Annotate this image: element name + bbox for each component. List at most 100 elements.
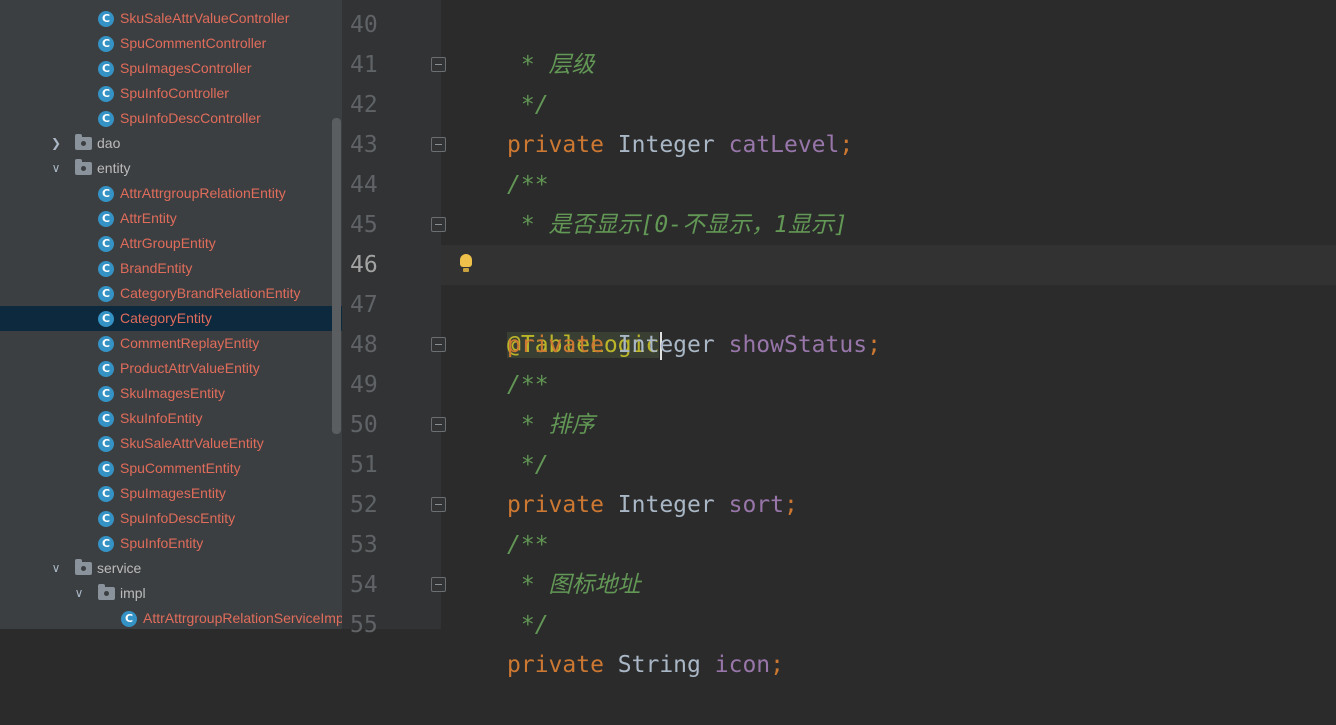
tree-item-entity[interactable]: C SpuInfoEntity	[0, 531, 342, 556]
code-line: private String icon;	[441, 605, 1336, 678]
tree-item-entity[interactable]: C AttrAttrgroupRelationEntity	[0, 181, 342, 206]
tree-item-entity[interactable]: C SkuSaleAttrValueEntity	[0, 431, 342, 456]
tree-item-entity[interactable]: C SkuImagesEntity	[0, 381, 342, 406]
tree-item-label: AttrGroupEntity	[120, 235, 216, 251]
tree-item-entity[interactable]: C SpuImagesEntity	[0, 481, 342, 506]
class-c-icon: C	[98, 236, 114, 252]
keyword-token: private	[507, 652, 604, 678]
tree-item-entity[interactable]: C SpuCommentEntity	[0, 456, 342, 481]
tree-item-entity[interactable]: C SkuInfoEntity	[0, 406, 342, 431]
code-line: */	[441, 565, 1336, 638]
tree-item-label: SpuInfoController	[120, 85, 229, 101]
line-number-current: 46	[350, 252, 378, 278]
code-line: private Integer catLevel;	[441, 85, 1336, 158]
tree-item-label: SkuInfoEntity	[120, 410, 203, 426]
line-number: 41	[350, 52, 378, 78]
tree-item-entity[interactable]: C ProductAttrValueEntity	[0, 356, 342, 381]
tree-item-skusaleattrvaluecontroller[interactable]: C SkuSaleAttrValueController	[0, 6, 342, 31]
tree-item-spuimagescontroller[interactable]: C SpuImagesController	[0, 56, 342, 81]
tree-item-impl[interactable]: C AttrAttrgroupRelationServiceImpl	[0, 606, 342, 629]
line-number: 51	[350, 452, 378, 478]
tree-item-label: SkuSaleAttrValueEntity	[120, 435, 264, 451]
line-number: 42	[350, 92, 378, 118]
tree-folder-entity[interactable]: ∨ entity	[0, 156, 342, 181]
code-line: private Integer showStatus;	[441, 285, 1336, 358]
line-number: 48	[350, 332, 378, 358]
tree-folder-impl[interactable]: ∨ impl	[0, 581, 342, 606]
class-c-icon: C	[98, 261, 114, 277]
tree-item-label: SkuImagesEntity	[120, 385, 226, 401]
tree-item-spucommentcontroller[interactable]: C SpuCommentController	[0, 31, 342, 56]
code-line: private Integer sort;	[441, 445, 1336, 518]
code-line: * 图标地址	[441, 525, 1336, 598]
tree-scrollbar[interactable]	[332, 118, 341, 434]
class-c-icon: C	[98, 86, 114, 102]
tree-folder-label: dao	[97, 135, 121, 151]
tree-item-label: SpuCommentController	[120, 35, 267, 51]
tree-item-label: CommentReplayEntity	[120, 335, 260, 351]
tree-item-label: SpuInfoDescEntity	[120, 510, 236, 526]
tree-item-label: SpuImagesController	[120, 60, 252, 76]
lightbulb-icon[interactable]	[460, 254, 472, 272]
line-number: 49	[350, 372, 378, 398]
semicolon-token: ;	[770, 652, 784, 678]
class-c-icon: C	[98, 486, 114, 502]
line-number: 43	[350, 132, 378, 158]
tree-item-spuinfodesccontroller[interactable]: C SpuInfoDescController	[0, 106, 342, 131]
tree-item-label: AttrEntity	[120, 210, 177, 226]
tree-item-entity-selected[interactable]: C CategoryEntity	[0, 306, 342, 331]
project-tree: C SkuSaleAttrValueController C SpuCommen…	[0, 0, 342, 629]
tree-folder-service[interactable]: ∨ service	[0, 556, 342, 581]
tree-item-entity[interactable]: C AttrGroupEntity	[0, 231, 342, 256]
tree-item-entity[interactable]: C CommentReplayEntity	[0, 331, 342, 356]
line-number: 55	[350, 612, 378, 638]
tree-item-entity[interactable]: C BrandEntity	[0, 256, 342, 281]
line-number: 54	[350, 572, 378, 598]
code-line: * 是否显示[0-不显示，1显示]	[441, 165, 1336, 238]
tree-item-label: CategoryEntity	[120, 310, 212, 326]
tree-item-label: SpuInfoDescController	[120, 110, 261, 126]
class-c-icon: C	[98, 311, 114, 327]
line-number: 45	[350, 212, 378, 238]
class-c-icon: C	[98, 386, 114, 402]
tree-item-label: SkuSaleAttrValueController	[120, 10, 290, 26]
class-c-icon: C	[98, 461, 114, 477]
type-token: String	[617, 652, 701, 678]
class-c-icon: C	[98, 11, 114, 27]
class-c-icon: C	[98, 411, 114, 427]
line-number: 44	[350, 172, 378, 198]
code-line: * 层级	[441, 5, 1336, 78]
code-line: */	[441, 405, 1336, 478]
line-number: 47	[350, 292, 378, 318]
code-editor[interactable]: * 层级 */ private Integer catLevel; /** * …	[441, 0, 1336, 678]
chevron-down-icon[interactable]: ∨	[73, 581, 85, 606]
field-token: icon	[714, 652, 771, 678]
tree-folder-dao[interactable]: ❯ dao	[0, 131, 342, 156]
tree-item-entity[interactable]: C SpuInfoDescEntity	[0, 506, 342, 531]
tree-item-spuinfocontroller[interactable]: C SpuInfoController	[0, 81, 342, 106]
package-folder-icon	[75, 159, 92, 175]
line-number: 52	[350, 492, 378, 518]
line-number: 50	[350, 412, 378, 438]
class-c-icon: C	[98, 336, 114, 352]
class-c-icon: C	[98, 536, 114, 552]
tree-folder-label: impl	[120, 585, 146, 601]
tree-item-label: BrandEntity	[120, 260, 193, 276]
tree-folder-label: service	[97, 560, 142, 576]
class-c-icon: C	[98, 211, 114, 227]
package-folder-icon	[75, 134, 92, 150]
tree-item-label: AttrAttrgroupRelationServiceImpl	[143, 610, 342, 626]
tree-item-label: SpuCommentEntity	[120, 460, 241, 476]
class-c-icon: C	[98, 286, 114, 302]
chevron-down-icon[interactable]: ∨	[50, 556, 62, 581]
tree-item-label: AttrAttrgroupRelationEntity	[120, 185, 286, 201]
tree-item-label: SpuImagesEntity	[120, 485, 226, 501]
field-declaration: private String icon;	[507, 645, 784, 685]
tree-item-entity[interactable]: C CategoryBrandRelationEntity	[0, 281, 342, 306]
code-line: * 排序	[441, 365, 1336, 438]
code-line: */	[441, 205, 1336, 278]
chevron-down-icon[interactable]: ∨	[50, 156, 62, 181]
tree-item-entity[interactable]: C AttrEntity	[0, 206, 342, 231]
class-c-icon: C	[98, 186, 114, 202]
chevron-right-icon[interactable]: ❯	[50, 131, 62, 156]
